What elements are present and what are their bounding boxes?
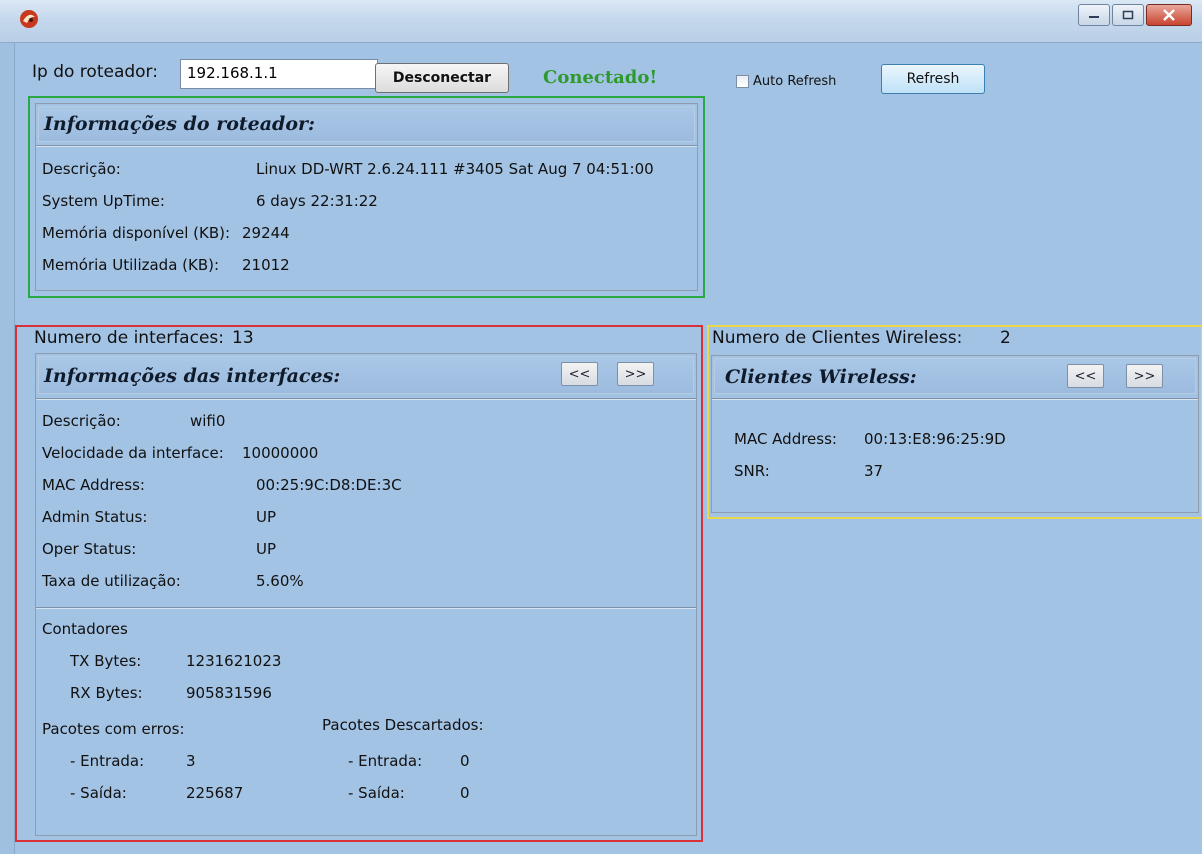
client-mac-label: MAC Address:	[734, 430, 837, 448]
oper-status-value: UP	[256, 540, 277, 558]
interface-speed-value: 10000000	[242, 444, 319, 462]
refresh-button[interactable]: Refresh	[881, 64, 985, 94]
auto-refresh-checkbox[interactable]	[736, 75, 749, 88]
memory-available-label: Memória disponível (KB):	[42, 224, 231, 242]
tx-bytes-label: TX Bytes:	[70, 652, 142, 670]
interface-mac-label: MAC Address:	[42, 476, 145, 494]
wireless-header: Clientes Wireless:	[714, 358, 1196, 394]
uptime-value: 6 days 22:31:22	[256, 192, 378, 210]
uptime-label: System UpTime:	[42, 192, 165, 210]
wireless-count-value: 2	[1000, 328, 1011, 348]
main-window-content: Ip do roteador: 192.168.1.1 Desconectar …	[14, 43, 1202, 854]
interface-description-label: Descrição:	[42, 412, 121, 430]
divider	[36, 398, 696, 400]
wireless-next-button[interactable]: >>	[1126, 364, 1163, 388]
disconnect-button[interactable]: Desconectar	[375, 63, 509, 93]
interfaces-count-label: Numero de interfaces:	[34, 328, 224, 348]
errors-out-label: - Saída:	[70, 784, 127, 802]
snr-value: 37	[864, 462, 884, 480]
router-info-panel: Informações do roteador: Descrição: Linu…	[35, 103, 698, 291]
rx-bytes-value: 905831596	[186, 684, 272, 702]
ip-input[interactable]: 192.168.1.1	[180, 59, 378, 89]
memory-used-label: Memória Utilizada (KB):	[42, 256, 220, 274]
router-description-value: Linux DD-WRT 2.6.24.111 #3405 Sat Aug 7 …	[256, 160, 654, 178]
interface-description-value: wifi0	[190, 412, 226, 430]
app-icon	[20, 10, 38, 28]
errors-in-label: - Entrada:	[70, 752, 145, 770]
wireless-count-label: Numero de Clientes Wireless:	[712, 328, 963, 348]
interfaces-title: Informações das interfaces:	[44, 365, 341, 387]
router-info-title: Informações do roteador:	[44, 113, 316, 135]
interfaces-next-button[interactable]: >>	[617, 362, 654, 386]
interface-mac-value: 00:25:9C:D8:DE:3C	[256, 476, 402, 494]
memory-available-value: 29244	[242, 224, 290, 242]
router-description-label: Descrição:	[42, 160, 121, 178]
interface-speed-label: Velocidade da interface:	[42, 444, 224, 462]
errors-in-value: 3	[186, 752, 196, 770]
oper-status-label: Oper Status:	[42, 540, 137, 558]
wireless-panel: Clientes Wireless: << >> MAC Address: 00…	[711, 355, 1199, 513]
errors-title: Pacotes com erros:	[42, 720, 185, 738]
tx-bytes-value: 1231621023	[186, 652, 282, 670]
snr-label: SNR:	[734, 462, 770, 480]
divider	[36, 145, 697, 147]
utilization-rate-value: 5.60%	[256, 572, 304, 590]
maximize-icon	[1122, 10, 1134, 20]
admin-status-label: Admin Status:	[42, 508, 148, 526]
wireless-title: Clientes Wireless:	[725, 366, 917, 388]
divider	[36, 607, 696, 609]
close-button[interactable]	[1146, 4, 1192, 26]
divider	[712, 398, 1198, 400]
discarded-out-value: 0	[460, 784, 470, 802]
maximize-button[interactable]	[1112, 4, 1144, 26]
close-icon	[1163, 9, 1175, 21]
interfaces-panel: Informações das interfaces: << >> Descri…	[35, 353, 697, 836]
interfaces-prev-button[interactable]: <<	[561, 362, 598, 386]
discarded-out-label: - Saída:	[348, 784, 405, 802]
title-bar	[0, 0, 1202, 43]
minimize-icon	[1089, 16, 1099, 18]
discarded-in-label: - Entrada:	[348, 752, 423, 770]
rx-bytes-label: RX Bytes:	[70, 684, 143, 702]
admin-status-value: UP	[256, 508, 277, 526]
auto-refresh-label: Auto Refresh	[753, 74, 837, 89]
interfaces-count-value: 13	[232, 328, 254, 348]
memory-used-value: 21012	[242, 256, 290, 274]
router-info-header: Informações do roteador:	[38, 106, 695, 142]
client-mac-value: 00:13:E8:96:25:9D	[864, 430, 1006, 448]
wireless-prev-button[interactable]: <<	[1067, 364, 1104, 388]
errors-out-value: 225687	[186, 784, 244, 802]
connection-status-text: Conectado!	[543, 67, 658, 88]
utilization-rate-label: Taxa de utilização:	[42, 572, 181, 590]
ip-label: Ip do roteador:	[32, 62, 158, 82]
discarded-title: Pacotes Descartados:	[322, 716, 484, 734]
counters-title: Contadores	[42, 620, 128, 638]
discarded-in-value: 0	[460, 752, 470, 770]
minimize-button[interactable]	[1078, 4, 1110, 26]
